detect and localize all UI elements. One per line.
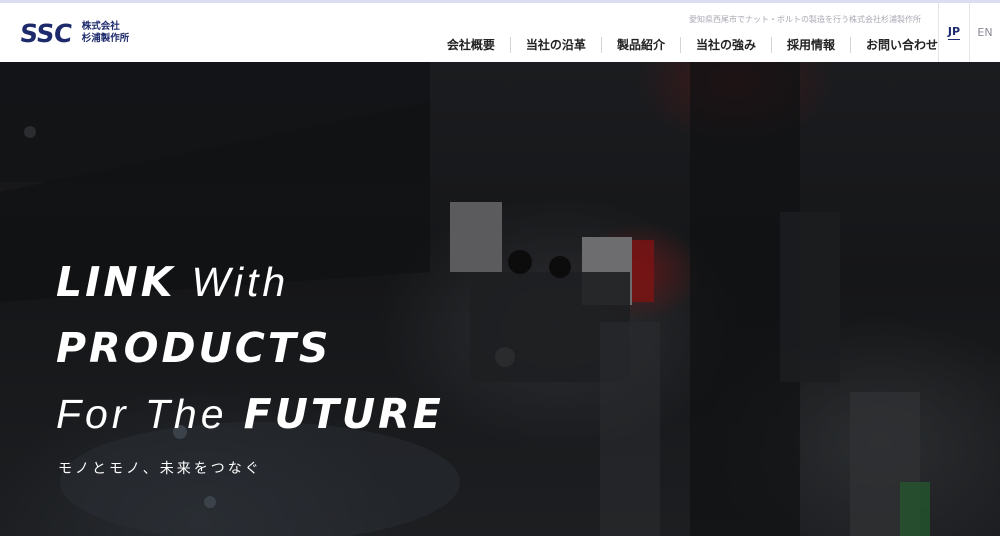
headline-line-3: For The FUTURE — [56, 381, 444, 447]
headline-with: With — [191, 259, 290, 305]
hero-subcopy: モノとモノ、未来をつなぐ — [58, 461, 262, 477]
headline-line-2: PRODUCTS — [56, 315, 444, 381]
nav-item-strengths[interactable]: 当社の強み — [679, 37, 771, 53]
site-header: SSC 株式会社 杉浦製作所 愛知県西尾市でナット・ボルトの製造を行う株式会社杉… — [0, 3, 1000, 62]
header-tagline: 愛知県西尾市でナット・ボルトの製造を行う株式会社杉浦製作所 — [689, 15, 921, 24]
logo-company-name: 株式会社 杉浦製作所 — [82, 21, 130, 45]
headline-future: FUTURE — [243, 390, 444, 438]
lang-jp-label: JP — [947, 25, 961, 40]
headline-products: PRODUCTS — [56, 324, 332, 372]
language-switcher: JP EN — [938, 3, 1000, 62]
lang-jp[interactable]: JP — [938, 3, 969, 62]
headline-for-the: For The — [56, 391, 228, 437]
headline-line-1: LINK With — [56, 249, 444, 315]
nav-item-products[interactable]: 製品紹介 — [600, 37, 680, 53]
logo-mark: SSC — [18, 18, 74, 48]
lang-en-label: EN — [977, 26, 993, 39]
nav-item-company[interactable]: 会社概要 — [432, 37, 510, 53]
hero-headline: LINK With PRODUCTS For The FUTURE — [56, 249, 444, 447]
nav-item-contact[interactable]: お問い合わせ — [849, 37, 938, 53]
logo-line1: 株式会社 — [81, 21, 120, 32]
lang-en[interactable]: EN — [969, 3, 1000, 62]
logo-line2: 杉浦製作所 — [81, 33, 130, 44]
headline-link: LINK — [56, 258, 176, 306]
hero-section: LINK With PRODUCTS For The FUTURE モノとモノ、… — [0, 62, 1000, 536]
nav-item-history[interactable]: 当社の沿革 — [509, 37, 601, 53]
global-nav: 会社概要 当社の沿革 製品紹介 当社の強み 採用情報 お問い合わせ — [432, 34, 938, 56]
company-logo[interactable]: SSC 株式会社 杉浦製作所 — [18, 17, 130, 49]
nav-item-recruit[interactable]: 採用情報 — [770, 37, 850, 53]
